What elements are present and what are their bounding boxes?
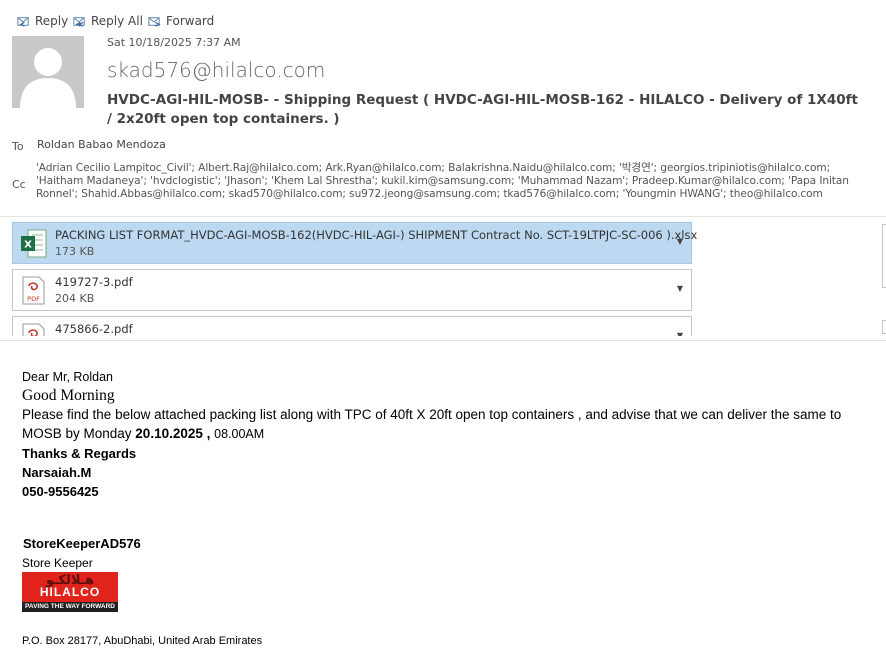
attachment-item[interactable]: PDF 475866-2.pdf ▼ (12, 316, 692, 336)
svg-text:PDF: PDF (27, 295, 40, 303)
chevron-down-icon[interactable]: ▼ (677, 237, 683, 246)
attachments-pane[interactable]: X PACKING LIST FORMAT_HVDC-AGI-MOSB-162(… (12, 218, 702, 336)
reply-all-label: Reply All (91, 14, 143, 28)
signature-name: StoreKeeperAD576 (23, 536, 141, 551)
to-recipients[interactable]: Roldan Babao Mendoza (37, 138, 166, 151)
forward-label: Forward (166, 14, 215, 28)
chevron-down-icon[interactable]: ▼ (677, 284, 683, 293)
side-panel-edge (882, 224, 886, 288)
cc-label: Cc (12, 178, 26, 191)
sender-avatar (12, 36, 84, 108)
greeting: Dear Mr, Roldan (22, 370, 114, 384)
sent-date: Sat 10/18/2025 7:37 AM (107, 36, 241, 49)
delivery-time: 08.00AM (214, 427, 265, 441)
reply-all-icon (73, 16, 85, 27)
to-label: To (12, 140, 24, 153)
logo-brand-text: HILALCO (39, 585, 101, 599)
regards: Thanks & Regards (22, 446, 137, 461)
address: P.O. Box 28177, AbuDhabi, United Arab Em… (22, 635, 263, 647)
attachment-size: 173 KB (55, 245, 95, 258)
cc-recipients[interactable]: 'Adrian Cecilio Lampitoc_Civil'; Albert.… (36, 162, 876, 201)
excel-icon: X (21, 229, 47, 258)
good-morning: Good Morning (22, 387, 115, 404)
attachment-size: 204 KB (55, 292, 95, 305)
reply-label: Reply (35, 14, 69, 28)
sender-address[interactable]: skad576@hilalco.com (107, 58, 325, 82)
attachment-name: 419727-3.pdf (55, 275, 133, 289)
reply-icon (17, 16, 29, 27)
pdf-icon: PDF (22, 323, 45, 336)
reply-button[interactable]: Reply (16, 12, 68, 30)
header-divider (0, 216, 886, 217)
logo-tagline: PAVING THE WAY FORWARD (22, 602, 118, 612)
body-divider (0, 340, 886, 341)
side-panel-edge (882, 320, 886, 334)
attachment-item[interactable]: PDF 419727-3.pdf 204 KB ▼ (12, 269, 692, 311)
hilalco-logo: هـلالكـو HILALCO PAVING THE WAY FORWARD (22, 572, 118, 612)
signature-title: Store Keeper (22, 556, 93, 570)
body-paragraph: Please find the below attached packing l… (22, 405, 872, 444)
pdf-icon: PDF (22, 276, 45, 305)
subject: HVDC-AGI-HIL-MOSB- - Shipping Request ( … (107, 92, 858, 127)
person-icon (20, 48, 76, 108)
message-body: Dear Mr, Roldan Good Morning Please find… (22, 368, 872, 501)
reply-all-button[interactable]: Reply All (72, 12, 143, 30)
svg-text:X: X (24, 240, 32, 251)
forward-button[interactable]: Forward (147, 12, 214, 30)
delivery-date: 20.10.2025 , (135, 426, 215, 441)
chevron-down-icon[interactable]: ▼ (677, 331, 683, 336)
attachment-name: 475866-2.pdf (55, 322, 133, 336)
phone-number: 050-9556425 (22, 484, 99, 499)
attachment-name: PACKING LIST FORMAT_HVDC-AGI-MOSB-162(HV… (55, 228, 698, 242)
attachment-item[interactable]: X PACKING LIST FORMAT_HVDC-AGI-MOSB-162(… (12, 222, 697, 264)
sender-name: Narsaiah.M (22, 465, 92, 480)
forward-icon (148, 16, 161, 27)
